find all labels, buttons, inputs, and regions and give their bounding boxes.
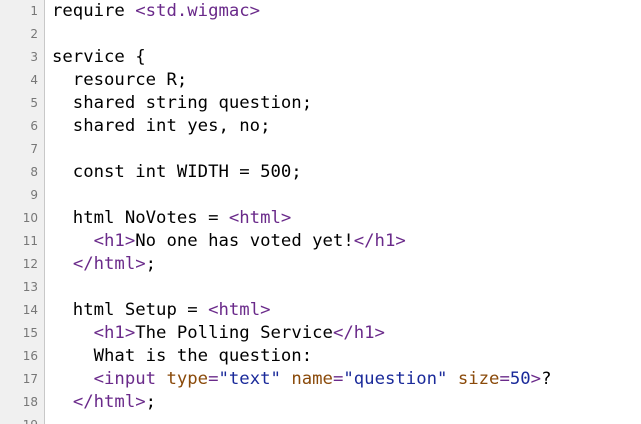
line-number: 7 — [30, 142, 38, 156]
html-tag-token: <std.wigmac> — [135, 1, 261, 21]
code-line[interactable]: 13 — [0, 276, 641, 299]
code-text: resource R; — [52, 70, 188, 90]
html-tag-token: <h1> — [93, 323, 136, 343]
code-line[interactable]: 3 service { — [0, 46, 641, 69]
code-line[interactable]: 15 <h1>The Polling Service</h1> — [0, 322, 641, 345]
code-line[interactable]: 17 <input type="text" name="question" si… — [0, 368, 641, 391]
code-line-text: <input type="text" name="question" size=… — [52, 368, 552, 391]
attribute-value-token: 50 — [509, 369, 531, 389]
code-line-text: require <std.wigmac> — [52, 0, 260, 23]
code-line-text: html Setup = <html> — [52, 299, 271, 322]
code-text: ? — [541, 369, 552, 389]
code-text: html Setup = — [52, 300, 209, 320]
code-text: ; — [145, 254, 157, 274]
code-editor[interactable]: 1 require <std.wigmac> 2 3 service {4 resour… — [0, 0, 641, 424]
code-line[interactable]: 5 shared string question; — [0, 92, 641, 115]
line-number: 17 — [22, 372, 38, 386]
line-number: 15 — [22, 326, 38, 340]
code-line-text: shared string question; — [52, 92, 312, 115]
code-line-text: <h1>The Polling Service</h1> — [52, 322, 385, 345]
code-text: What is the question: — [52, 346, 313, 366]
code-line[interactable]: 9 — [0, 184, 641, 207]
html-tag-token: </html> — [72, 392, 146, 412]
attribute-name-token: name — [291, 369, 333, 389]
line-number: 5 — [30, 96, 38, 110]
line-number: 1 — [30, 4, 38, 18]
code-text: require — [52, 1, 136, 21]
code-line[interactable]: 18 </html>; — [0, 391, 641, 414]
code-line[interactable]: 14 html Setup = <html> — [0, 299, 641, 322]
code-line-text: </html>; — [52, 253, 156, 276]
code-text: shared string question; — [52, 93, 313, 113]
html-tag-token: <input — [93, 369, 167, 389]
line-number: 12 — [22, 257, 38, 271]
html-tag-token: > — [530, 369, 542, 389]
code-line[interactable]: 16 What is the question: — [0, 345, 641, 368]
attribute-name-token: size — [457, 369, 500, 389]
code-text: shared int yes, no; — [52, 116, 271, 136]
html-tag-token: </html> — [72, 254, 146, 274]
line-number: 6 — [30, 119, 38, 133]
attribute-value-token: "text" — [218, 369, 281, 389]
code-text: const int WIDTH = 500; — [52, 162, 302, 182]
attribute-value-token: "question" — [343, 369, 448, 389]
code-line[interactable]: 7 — [0, 138, 641, 161]
html-tag-token: = — [208, 369, 219, 389]
code-line-text: What is the question: — [52, 345, 313, 368]
line-number: 16 — [22, 349, 38, 363]
html-tag-token: = — [332, 369, 344, 389]
code-line[interactable]: 1 require <std.wigmac> — [0, 0, 641, 23]
line-number: 13 — [22, 280, 38, 294]
code-line-text: shared int yes, no; — [52, 115, 271, 138]
html-tag-token: = — [499, 369, 510, 389]
html-tag-token: </h1> — [353, 231, 406, 251]
line-number: 19 — [0, 414, 38, 424]
line-number: 9 — [30, 188, 38, 202]
code-text: No one has voted yet! — [135, 231, 354, 251]
code-line-text: const int WIDTH = 500; — [52, 161, 302, 184]
code-text: service { — [52, 47, 146, 67]
line-number: 14 — [22, 303, 38, 317]
code-line[interactable]: 10 html NoVotes = <html> — [0, 207, 641, 230]
code-line-text: service { — [52, 46, 146, 69]
code-line-text: <h1>No one has voted yet!</h1> — [52, 230, 406, 253]
html-tag-token: </h1> — [332, 323, 385, 343]
attribute-name-token: type — [166, 369, 209, 389]
code-line[interactable]: 19 — [0, 414, 641, 424]
code-line[interactable]: 2 — [0, 23, 641, 46]
code-line[interactable]: 8 const int WIDTH = 500; — [0, 161, 641, 184]
code-line[interactable]: 4 resource R; — [0, 69, 641, 92]
code-line-text: </html>; — [52, 391, 156, 414]
code-line[interactable]: 11 <h1>No one has voted yet!</h1> — [0, 230, 641, 253]
code-text: The Polling Service — [135, 323, 333, 343]
code-line[interactable]: 12 </html>; — [0, 253, 641, 276]
line-number: 4 — [30, 73, 38, 87]
code-line-text: resource R; — [52, 69, 187, 92]
line-number: 2 — [30, 27, 38, 41]
line-number: 18 — [22, 395, 38, 409]
code-text: html NoVotes = — [52, 208, 229, 228]
line-number: 3 — [30, 50, 38, 64]
line-number: 11 — [22, 234, 38, 248]
html-tag-token: <html> — [228, 208, 292, 228]
code-line[interactable]: 6 shared int yes, no; — [0, 115, 641, 138]
code-text: ; — [145, 392, 157, 412]
line-number: 10 — [22, 211, 38, 225]
html-tag-token: <h1> — [93, 231, 136, 251]
line-number: 8 — [30, 165, 38, 179]
code-line-text: html NoVotes = <html> — [52, 207, 292, 230]
html-tag-token: <html> — [208, 300, 271, 320]
